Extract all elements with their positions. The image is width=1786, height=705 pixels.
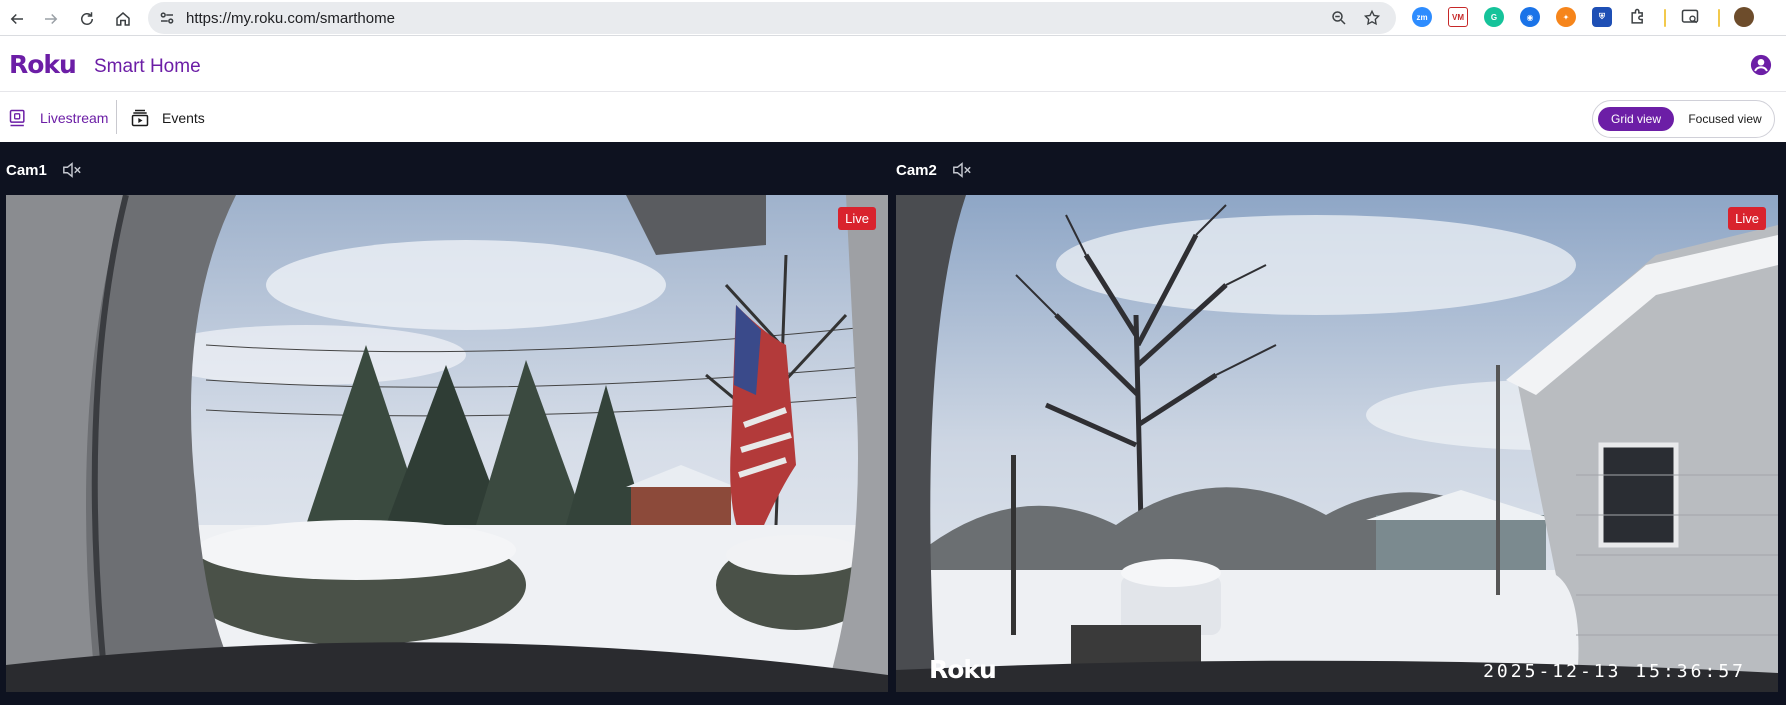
roku-watermark: Roku <box>929 655 997 684</box>
shield-extension-icon[interactable]: ⛨ <box>1592 7 1612 27</box>
page-title: Smart Home <box>94 56 201 77</box>
focused-view-button[interactable]: Focused view <box>1681 107 1769 131</box>
roku-logo[interactable]: Roku <box>9 50 77 79</box>
camera-2-video <box>896 195 1778 692</box>
zoom-button[interactable] <box>1328 7 1350 29</box>
camera-2-name: Cam2 <box>896 161 937 179</box>
vm-extension-icon[interactable]: VM <box>1448 7 1468 27</box>
account-icon[interactable] <box>1750 54 1772 76</box>
browser-toolbar: https://my.roku.com/smarthome zm VM G ◉ … <box>0 0 1786 36</box>
camera-1-name: Cam1 <box>6 161 47 179</box>
tab-events[interactable]: Events <box>130 106 205 130</box>
toolbar-separator <box>1664 9 1666 27</box>
arrow-right-icon <box>45 13 58 25</box>
camera-grid: Cam1 Live Cam2 Live Roku 2025-12-13 15:3… <box>0 142 1786 705</box>
camera-2-feed[interactable]: Live Roku 2025-12-13 15:36:57 <box>896 195 1778 692</box>
events-icon <box>131 109 149 127</box>
reload-button[interactable] <box>74 6 100 32</box>
target-extension-icon[interactable]: ◉ <box>1520 7 1540 27</box>
live-badge: Live <box>1728 207 1766 230</box>
zoom-out-icon <box>1332 11 1346 25</box>
tab-livestream[interactable]: Livestream <box>8 106 108 130</box>
tune-icon <box>160 12 174 24</box>
camera-1-header: Cam1 <box>6 160 83 180</box>
reload-icon <box>81 12 93 25</box>
arrow-left-icon <box>10 13 23 25</box>
site-info-button[interactable] <box>156 7 178 29</box>
star-icon <box>1363 9 1381 26</box>
home-button[interactable] <box>110 6 136 32</box>
forward-button[interactable] <box>38 6 64 32</box>
url-text[interactable]: https://my.roku.com/smarthome <box>186 10 395 27</box>
back-button[interactable] <box>4 6 30 32</box>
view-toggle: Grid view Focused view <box>1592 100 1775 138</box>
tab-livestream-label: Livestream <box>40 110 109 126</box>
app-header: Roku Smart Home <box>0 36 1786 92</box>
toolbar-separator <box>1718 9 1720 27</box>
muted-speaker-icon[interactable] <box>61 160 83 180</box>
tab-divider <box>116 100 117 134</box>
profile-avatar[interactable] <box>1734 7 1754 27</box>
home-icon <box>116 12 130 26</box>
muted-speaker-icon[interactable] <box>951 160 973 180</box>
metamask-extension-icon[interactable]: ✦ <box>1556 7 1576 27</box>
live-badge: Live <box>838 207 876 230</box>
grammarly-extension-icon[interactable]: G <box>1484 7 1504 27</box>
video-timestamp: 2025-12-13 15:36:57 <box>1483 661 1746 682</box>
camera-1-video <box>6 195 888 692</box>
bookmark-button[interactable] <box>1361 7 1383 29</box>
livestream-icon <box>9 109 25 127</box>
puzzle-extensions-icon[interactable] <box>1628 7 1648 27</box>
tab-search-icon[interactable] <box>1680 7 1700 27</box>
address-bar[interactable]: https://my.roku.com/smarthome <box>148 2 1396 34</box>
camera-1-feed[interactable]: Live <box>6 195 888 692</box>
grid-view-button[interactable]: Grid view <box>1598 107 1674 131</box>
zoom-extension-icon[interactable]: zm <box>1412 7 1432 27</box>
view-tabs: Livestream Events Grid view Focused view <box>0 92 1786 142</box>
camera-2-header: Cam2 <box>896 160 973 180</box>
tab-events-label: Events <box>162 110 205 126</box>
